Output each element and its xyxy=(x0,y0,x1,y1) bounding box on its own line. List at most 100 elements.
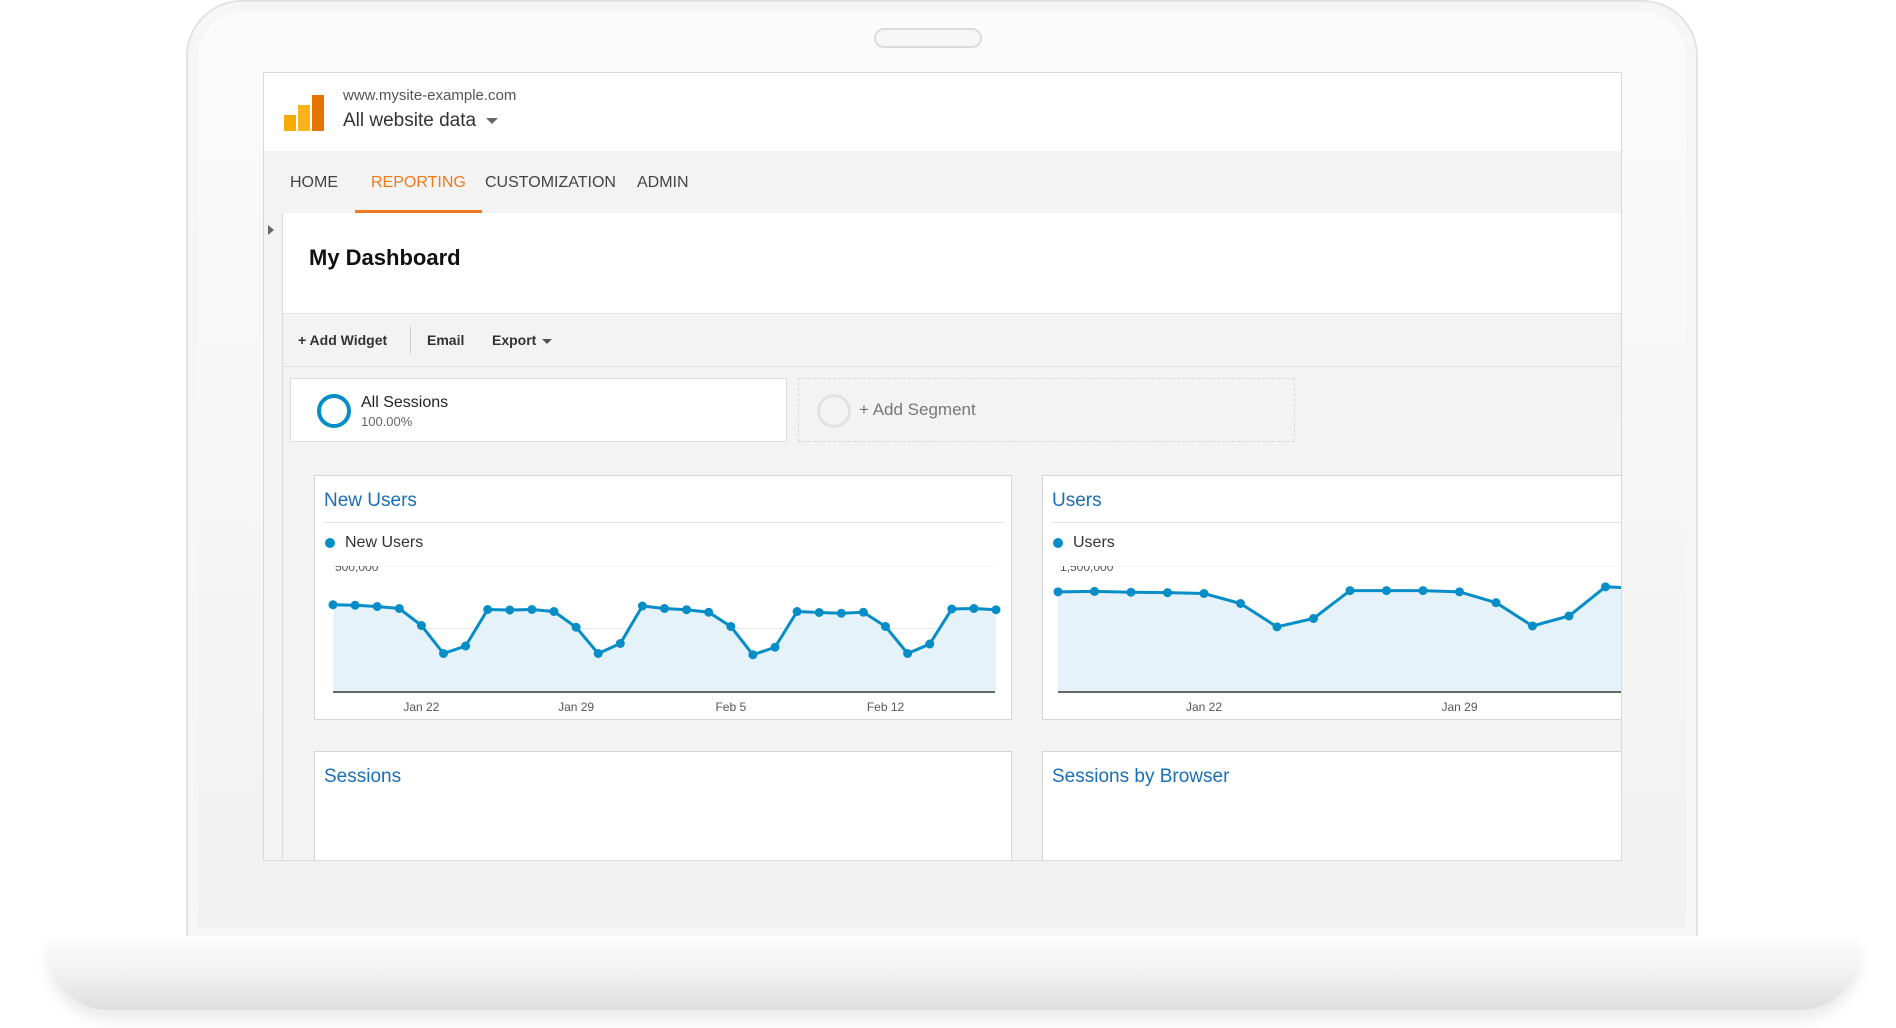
data-point[interactable] xyxy=(1126,587,1136,597)
toolbar-divider xyxy=(410,326,411,354)
tab-home[interactable]: HOME xyxy=(290,151,338,213)
webcam xyxy=(874,28,982,48)
data-point[interactable] xyxy=(1053,587,1063,597)
data-point[interactable] xyxy=(461,641,471,651)
data-point[interactable] xyxy=(903,649,913,658)
data-point[interactable] xyxy=(1345,586,1355,596)
x-tick-label: Feb 5 xyxy=(715,700,746,714)
data-point[interactable] xyxy=(1418,586,1428,596)
users-chart: 1,500,000750,000Jan 22Jan 29 xyxy=(1053,566,1621,714)
x-tick-label: Jan 22 xyxy=(403,700,439,714)
data-point[interactable] xyxy=(615,639,625,648)
x-tick-label: Feb 12 xyxy=(867,700,905,714)
empty-segment-ring-icon xyxy=(817,394,851,428)
data-point[interactable] xyxy=(1382,586,1391,596)
data-point[interactable] xyxy=(836,608,846,618)
data-point[interactable] xyxy=(726,622,736,631)
segment-all-sessions[interactable]: All Sessions 100.00% xyxy=(290,378,787,442)
chevron-down-icon xyxy=(486,118,499,124)
data-point[interactable] xyxy=(1455,587,1464,597)
widget-sessions-by-browser: Sessions by Browser xyxy=(1042,751,1621,860)
data-point[interactable] xyxy=(1491,598,1501,608)
site-url: www.mysite-example.com xyxy=(343,87,517,104)
data-point[interactable] xyxy=(1528,621,1537,631)
new-users-chart: 500,000250,000Jan 22Jan 29Feb 5Feb 12 xyxy=(328,566,1001,714)
data-point[interactable] xyxy=(1272,622,1282,632)
data-point[interactable] xyxy=(328,600,338,610)
segment-percent: 100.00% xyxy=(361,414,413,429)
widget-sessions: Sessions xyxy=(314,751,1012,860)
data-point[interactable] xyxy=(593,649,603,658)
dashboard-content: All Sessions 100.00% + Add Segment New U… xyxy=(283,367,1621,860)
data-point[interactable] xyxy=(1564,611,1574,621)
data-point[interactable] xyxy=(1090,586,1099,596)
x-tick-label: Jan 29 xyxy=(558,700,594,714)
data-point[interactable] xyxy=(571,622,581,632)
widget-divider xyxy=(1052,522,1621,523)
widget-users: Users Users 1,500,000750,000Jan 22Jan 29 xyxy=(1042,475,1621,720)
legend-dot-icon xyxy=(1053,538,1063,548)
widget-title[interactable]: New Users xyxy=(324,490,417,512)
chart-legend: Users xyxy=(1053,534,1115,552)
tab-customization[interactable]: CUSTOMIZATION xyxy=(485,151,616,213)
data-point[interactable] xyxy=(1601,582,1610,592)
data-point[interactable] xyxy=(350,600,360,610)
data-point[interactable] xyxy=(637,601,647,611)
widget-divider xyxy=(324,522,1004,523)
data-point[interactable] xyxy=(881,622,890,631)
email-button[interactable]: Email xyxy=(427,314,464,366)
data-point[interactable] xyxy=(682,605,692,615)
data-point[interactable] xyxy=(372,602,382,611)
widget-title[interactable]: Users xyxy=(1052,490,1102,512)
y-tick-label: 500,000 xyxy=(335,566,379,574)
laptop-base xyxy=(48,936,1860,1010)
data-point[interactable] xyxy=(394,604,404,613)
data-point[interactable] xyxy=(792,607,802,616)
sidebar-collapsed xyxy=(264,213,283,860)
segment-name: All Sessions xyxy=(361,394,449,411)
data-point[interactable] xyxy=(814,608,824,617)
data-point[interactable] xyxy=(483,605,493,614)
widget-title[interactable]: Sessions xyxy=(324,766,401,788)
series-area xyxy=(1058,586,1621,691)
data-point[interactable] xyxy=(748,650,758,660)
property-view-label: All website data xyxy=(343,110,477,131)
data-point[interactable] xyxy=(527,605,537,614)
analytics-header: www.mysite-example.com All website data xyxy=(264,73,1621,152)
data-point[interactable] xyxy=(505,605,515,615)
chevron-down-icon xyxy=(542,338,553,344)
data-point[interactable] xyxy=(416,621,426,630)
add-widget-button[interactable]: + Add Widget xyxy=(298,314,387,366)
expand-sidebar-icon[interactable] xyxy=(268,225,274,235)
legend-label: New Users xyxy=(345,534,424,551)
data-point[interactable] xyxy=(439,649,448,658)
segment-ring-icon xyxy=(317,394,351,428)
data-point[interactable] xyxy=(991,605,1001,615)
data-point[interactable] xyxy=(1199,589,1209,598)
tab-reporting[interactable]: REPORTING xyxy=(355,151,482,213)
data-point[interactable] xyxy=(1163,588,1172,598)
data-point[interactable] xyxy=(969,604,979,613)
data-point[interactable] xyxy=(549,607,559,616)
export-button[interactable]: Export xyxy=(492,314,553,366)
main-nav: HOME REPORTING CUSTOMIZATION ADMIN xyxy=(264,151,1621,214)
add-segment-label: + Add Segment xyxy=(859,400,976,419)
data-point[interactable] xyxy=(1236,599,1245,608)
legend-label: Users xyxy=(1073,534,1115,551)
data-point[interactable] xyxy=(704,607,714,617)
data-point[interactable] xyxy=(1309,614,1318,623)
data-point[interactable] xyxy=(947,604,957,614)
chart-legend: New Users xyxy=(325,534,423,552)
data-point[interactable] xyxy=(770,642,780,652)
add-segment-button[interactable]: + Add Segment xyxy=(798,378,1295,442)
data-point[interactable] xyxy=(925,639,935,649)
page-title: My Dashboard xyxy=(309,245,461,270)
property-view-selector[interactable]: All website data xyxy=(343,110,499,132)
data-point[interactable] xyxy=(660,604,669,613)
widget-title[interactable]: Sessions by Browser xyxy=(1052,766,1229,788)
x-tick-label: Jan 29 xyxy=(1441,700,1477,714)
title-area: My Dashboard xyxy=(283,213,1621,314)
tab-admin[interactable]: ADMIN xyxy=(637,151,689,213)
data-point[interactable] xyxy=(858,607,868,617)
dashboard-toolbar: + Add Widget Email Export xyxy=(283,314,1621,367)
